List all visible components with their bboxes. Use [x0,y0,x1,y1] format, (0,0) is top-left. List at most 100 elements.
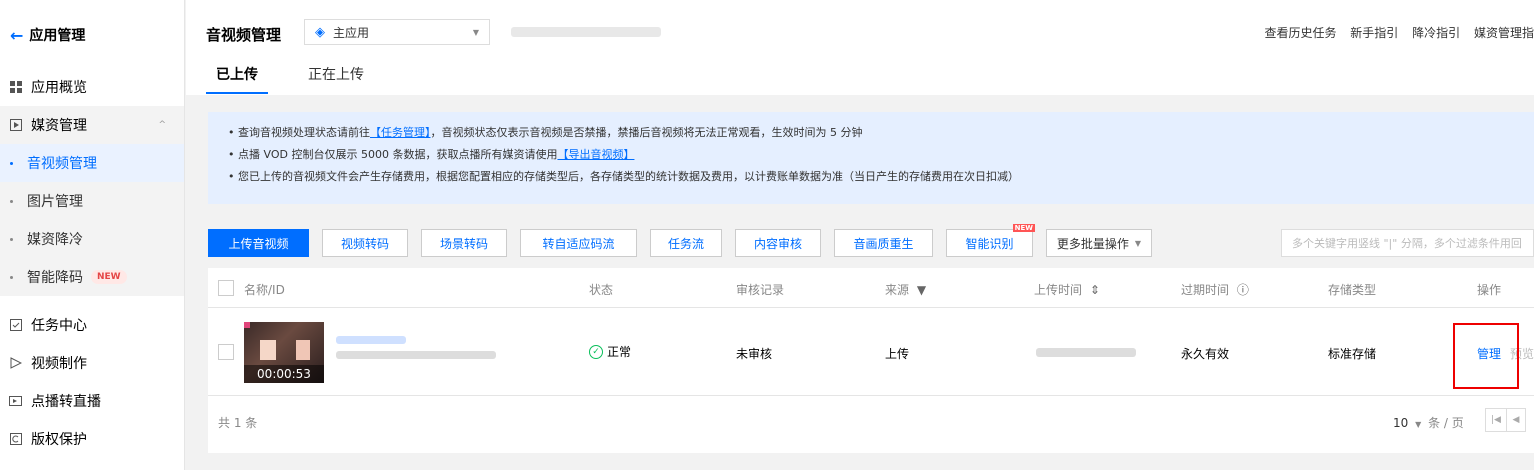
col-expire: 过期时间 ⓘ [1181,281,1249,298]
select-all-checkbox[interactable] [218,280,234,296]
notice-text: 您已上传的音视频文件会产生存储费用，根据您配置相应的存储类型后，各存储类型的统计… [238,170,1019,183]
sidebar-item-label: 视频制作 [31,356,87,372]
new-tag: NEW [1012,224,1035,232]
col-source[interactable]: 来源 ▼ [885,281,926,298]
export-av-link[interactable]: 【导出音视频】 [557,148,634,161]
row-checkbox[interactable] [218,344,234,360]
status-cell: ✓ 正常 [589,343,631,360]
sidebar-item-smart-bitrate[interactable]: 智能降码 NEW [0,258,184,296]
sidebar-item-app-overview[interactable]: 应用概览 [0,68,184,106]
thumbnail-scene [296,340,310,360]
adaptive-stream-button[interactable]: 转自适应码流 [520,229,637,257]
storage-cell: 标准存储 [1328,347,1377,361]
sidebar-item-video-production[interactable]: 视频制作 [0,344,184,382]
col-review: 审核记录 [736,283,785,297]
app-select-value: 主应用 [333,25,370,40]
col-actions: 操作 [1477,283,1502,297]
chevron-down-icon: ▼ [1134,238,1142,248]
sidebar-item-task-center[interactable]: 任务中心 [0,306,184,344]
smart-recognition-button[interactable]: 智能识别 NEW [946,224,1035,257]
sidebar: ← 应用管理 应用概览 媒资管理 ^ 音视频管理 图片管理 媒资降冷 智能降码 … [0,0,185,470]
table-row: 00:00:53 ✓ 正常 未审核 上传 永久有效 标准存储 管理 预览 [208,309,1534,396]
notice-text: 点播 VOD 控制台仅展示 5000 条数据，获取点播所有媒资请使用 [238,148,558,161]
upload-time-redacted [1036,348,1136,357]
col-upload-time-label: 上传时间 [1034,283,1083,297]
sidebar-item-copyright[interactable]: 版权保护 [0,420,184,458]
notice-text: ，音视频状态仅表示音视频是否禁播，禁播后音视频将无法正常观看，生效时间为 5 分… [430,126,863,139]
col-upload-time[interactable]: 上传时间 ⇕ [1034,281,1100,298]
notice-line: • 点播 VOD 控制台仅展示 5000 条数据，获取点播所有媒资请使用【导出音… [228,148,635,161]
video-duration: 00:00:53 [244,365,324,383]
sidebar-item-vod-to-live[interactable]: 点播转直播 [0,382,184,420]
sidebar-item-media-management[interactable]: 媒资管理 ^ [0,106,184,144]
prev-page-button[interactable]: ◀ [1506,408,1526,432]
source-cell: 上传 [885,347,910,361]
info-icon[interactable]: ⓘ [1237,283,1249,297]
total-count: 共 1 条 [218,416,258,430]
status-text: 正常 [607,345,632,359]
media-icon [9,119,22,132]
chevron-up-icon: ^ [158,120,166,130]
tab-uploaded[interactable]: 已上传 [206,64,268,94]
search-input[interactable]: 多个关键字用竖线 "|" 分隔，多个过滤条件用回 [1281,229,1534,257]
history-tasks-link[interactable]: 查看历史任务 [1264,26,1336,40]
bullet-dot [10,199,13,203]
sidebar-item-label: 点播转直播 [31,394,101,410]
more-batch-actions-dropdown[interactable]: 更多批量操作 ▼ [1046,229,1152,257]
sidebar-item-label: 媒资降冷 [27,232,83,248]
action-toolbar: 上传音视频 视频转码 场景转码 转自适应码流 任务流 内容审核 音画质重生 智能… [208,224,1165,257]
live-icon [9,395,22,408]
beginner-guide-link[interactable]: 新手指引 [1350,26,1398,40]
back-label: 应用管理 [29,28,86,44]
col-storage: 存储类型 [1328,283,1377,297]
notice-line: • 查询音视频处理状态请前往【任务管理】，音视频状态仅表示音视频是否禁播，禁播后… [228,126,863,139]
page-size-select[interactable]: 10 ▼ 条 / 页 [1393,414,1464,431]
table-footer: 共 1 条 10 ▼ 条 / 页 |◀ ◀ [208,396,1534,453]
media-guide-link[interactable]: 媒资管理指 [1474,26,1534,40]
bullet-dot [10,161,13,165]
filter-icon[interactable]: ▼ [917,283,926,297]
notice-text: 查询音视频处理状态请前往 [238,126,370,139]
app-select[interactable]: ◈ 主应用 ▼ [304,19,490,45]
page-size-unit: 条 / 页 [1428,416,1464,430]
col-status: 状态 [589,283,614,297]
sidebar-item-media-cooling[interactable]: 媒资降冷 [0,220,184,258]
sidebar-item-label: 应用概览 [31,80,87,96]
col-name-id: 名称/ID [244,283,285,297]
sidebar-item-label: 图片管理 [27,194,83,210]
smart-recognition-label: 智能识别 [965,236,1014,251]
scene-transcode-button[interactable]: 场景转码 [421,229,507,257]
video-name-redacted[interactable] [336,336,406,344]
bullet-dot [10,237,13,241]
cooling-guide-link[interactable]: 降冷指引 [1412,26,1460,40]
sidebar-item-image-management[interactable]: 图片管理 [0,182,184,220]
video-thumbnail[interactable]: 00:00:53 [244,322,324,383]
layers-icon: ◈ [315,24,325,40]
tab-uploading[interactable]: 正在上传 [298,64,374,94]
task-flow-button[interactable]: 任务流 [650,229,722,257]
thumbnail-marker [244,322,250,328]
sidebar-item-av-management[interactable]: 音视频管理 [0,144,184,182]
col-source-label: 来源 [885,283,910,297]
back-to-app-management[interactable]: ← 应用管理 [10,25,85,45]
media-table: 名称/ID 状态 审核记录 来源 ▼ 上传时间 ⇕ 过期时间 ⓘ 存储类型 操作… [208,268,1534,453]
play-icon [9,357,22,370]
first-page-button[interactable]: |◀ [1485,408,1507,432]
task-management-link[interactable]: 【任务管理】 [370,126,431,139]
content-review-button[interactable]: 内容审核 [735,229,821,257]
thumbnail-scene [260,340,276,360]
sort-icon[interactable]: ⇕ [1090,283,1100,297]
col-expire-label: 过期时间 [1181,283,1230,297]
table-header: 名称/ID 状态 审核记录 来源 ▼ 上传时间 ⇕ 过期时间 ⓘ 存储类型 操作 [208,268,1534,308]
video-transcode-button[interactable]: 视频转码 [322,229,408,257]
quality-rebirth-button[interactable]: 音画质重生 [834,229,933,257]
sidebar-item-label: 任务中心 [31,318,87,334]
app-id-redacted [511,27,661,37]
upload-av-button[interactable]: 上传音视频 [208,229,309,257]
sidebar-item-label: 媒资管理 [31,118,87,134]
sidebar-item-label: 智能降码 [27,270,83,286]
page-header: 音视频管理 ◈ 主应用 ▼ 查看历史任务 新手指引 降冷指引 媒资管理指 已上传… [186,0,1534,95]
check-circle-icon: ✓ [589,344,603,359]
info-notice: • 查询音视频处理状态请前往【任务管理】，音视频状态仅表示音视频是否禁播，禁播后… [208,112,1534,204]
copyright-icon [9,433,22,446]
